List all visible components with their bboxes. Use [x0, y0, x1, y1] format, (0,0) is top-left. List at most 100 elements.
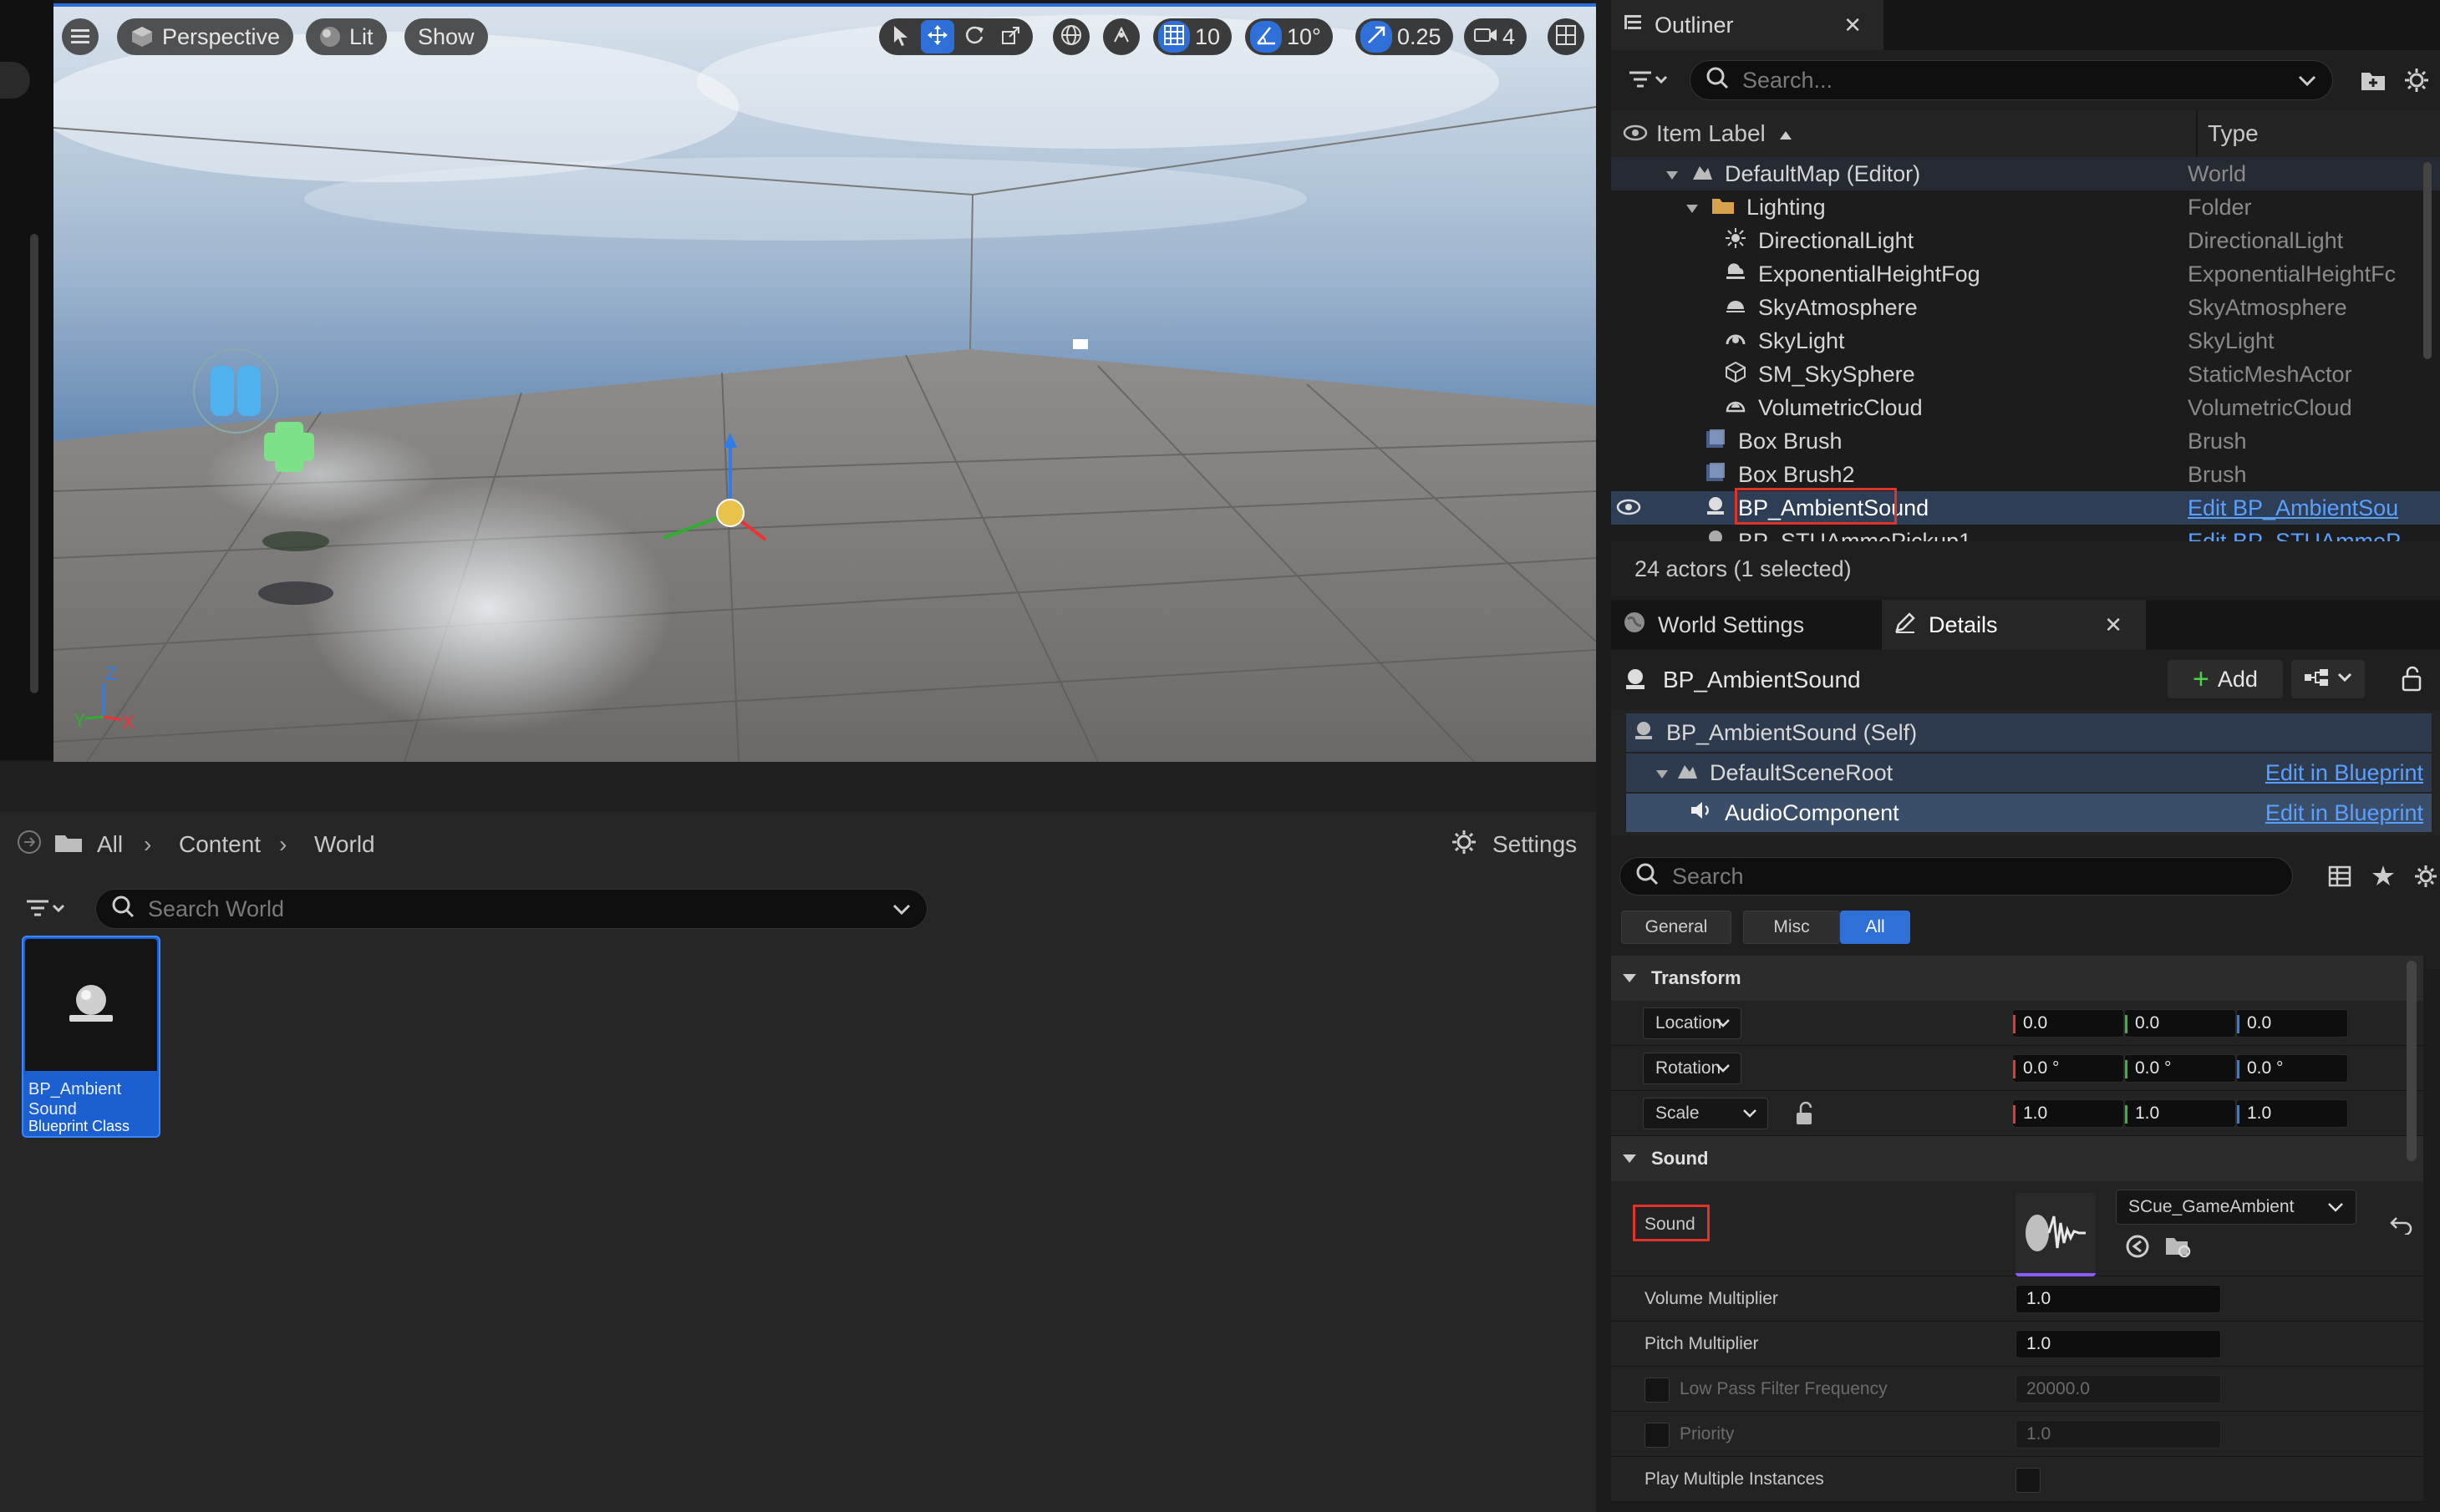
- lock-icon[interactable]: [2400, 665, 2423, 696]
- row-type[interactable]: Edit BP_STUAmmoP: [2188, 529, 2413, 542]
- details-search-input[interactable]: Search: [1619, 857, 2293, 896]
- breadcrumb-world[interactable]: World: [314, 831, 375, 858]
- unlock-icon[interactable]: [1793, 1101, 1817, 1131]
- close-icon[interactable]: ✕: [1843, 13, 1862, 38]
- table-view-icon[interactable]: [2328, 865, 2351, 891]
- outliner-row-bp-stuammopickup1[interactable]: BP_STUAmmoPickup1 Edit BP_STUAmmoP: [1611, 525, 2440, 541]
- scale-snap-toggle[interactable]: [1360, 21, 1392, 53]
- expand-arrow-icon[interactable]: [1685, 195, 1700, 221]
- transform-section-header[interactable]: Transform: [1611, 956, 2423, 1001]
- edit-in-blueprint-link[interactable]: Edit in Blueprint: [2265, 800, 2423, 826]
- location-x-field[interactable]: 0.0: [2012, 1009, 2124, 1038]
- component-row-defaultsceneroot[interactable]: DefaultSceneRoot Edit in Blueprint: [1626, 753, 2432, 792]
- filter-icon[interactable]: [1628, 68, 1670, 96]
- details-scrollbar[interactable]: [2407, 961, 2417, 1161]
- scale-x-field[interactable]: 1.0: [2012, 1099, 2124, 1128]
- volume-multiplier-field[interactable]: 1.0: [2016, 1285, 2221, 1313]
- chevron-down-icon[interactable]: [2297, 68, 2317, 94]
- sound-section-header[interactable]: Sound: [1611, 1136, 2423, 1181]
- rotation-x-field[interactable]: 0.0 °: [2012, 1054, 2124, 1083]
- location-z-field[interactable]: 0.0: [2236, 1009, 2348, 1038]
- outliner-scrollbar[interactable]: [2423, 162, 2432, 359]
- low-pass-field[interactable]: 20000.0: [2016, 1375, 2221, 1403]
- history-forward-icon[interactable]: [17, 830, 42, 860]
- column-item-label[interactable]: Item Label: [1656, 120, 1766, 147]
- level-viewport[interactable]: Perspective Lit Show 10 10° 0.25 4 Z Y X: [53, 3, 1596, 762]
- outliner-row-defaultmap[interactable]: DefaultMap (Editor) World: [1611, 157, 2440, 190]
- content-settings-button[interactable]: Settings: [1492, 831, 1577, 858]
- reset-arrow-icon[interactable]: [2390, 1215, 2413, 1240]
- priority-field[interactable]: 1.0: [2016, 1420, 2221, 1449]
- show-button[interactable]: Show: [404, 18, 488, 55]
- outliner-row-volumetriccloud[interactable]: VolumetricCloud VolumetricCloud: [1611, 391, 2440, 424]
- component-row-audiocomponent[interactable]: AudioComponent Edit in Blueprint: [1626, 794, 2432, 832]
- lit-button[interactable]: Lit: [306, 18, 387, 55]
- edit-in-blueprint-link[interactable]: Edit in Blueprint: [2265, 760, 2423, 786]
- add-component-button[interactable]: + Add: [2168, 660, 2283, 698]
- close-icon[interactable]: ✕: [2104, 612, 2122, 638]
- column-type[interactable]: Type: [2208, 120, 2259, 147]
- rotation-y-field[interactable]: 0.0 °: [2124, 1054, 2236, 1083]
- rotation-snap-toggle[interactable]: [1250, 21, 1282, 53]
- eye-icon[interactable]: [1616, 496, 1641, 524]
- outliner-row-boxbrush2[interactable]: Box Brush2 Brush: [1611, 458, 2440, 491]
- expand-arrow-icon[interactable]: [1655, 760, 1670, 786]
- rotate-tool-button[interactable]: [958, 20, 991, 53]
- outliner-row-directionallight[interactable]: DirectionalLight DirectionalLight: [1611, 224, 2440, 257]
- outliner-row-boxbrush[interactable]: Box Brush Brush: [1611, 424, 2440, 458]
- grid-snap-value[interactable]: 10: [1193, 24, 1227, 50]
- outliner-row-exponentialheightfog[interactable]: ExponentialHeightFog ExponentialHeightFc: [1611, 257, 2440, 291]
- scale-tool-button[interactable]: [994, 20, 1028, 53]
- low-pass-checkbox[interactable]: [1644, 1378, 1670, 1403]
- rotation-snap-value[interactable]: 10°: [1285, 24, 1328, 50]
- viewport-menu-button[interactable]: [62, 18, 99, 55]
- location-dropdown[interactable]: Location: [1643, 1007, 1741, 1039]
- outliner-row-skyatmosphere[interactable]: SkyAtmosphere SkyAtmosphere: [1611, 291, 2440, 324]
- camera-speed-button[interactable]: 4: [1464, 18, 1528, 55]
- play-multiple-checkbox[interactable]: [2016, 1468, 2041, 1493]
- camera-actor-icon[interactable]: [1073, 339, 1088, 349]
- content-search-input[interactable]: Search World: [95, 889, 928, 929]
- expand-arrow-icon[interactable]: [1665, 161, 1680, 187]
- scale-dropdown[interactable]: Scale: [1643, 1098, 1768, 1129]
- filter-chip-misc[interactable]: Misc: [1743, 911, 1840, 944]
- column-divider[interactable]: [2196, 110, 2198, 157]
- translate-tool-button[interactable]: [921, 20, 954, 53]
- use-selected-icon[interactable]: [2124, 1233, 2151, 1265]
- row-type[interactable]: Edit BP_AmbientSou: [2188, 495, 2413, 521]
- grid-snap-toggle[interactable]: [1158, 21, 1190, 53]
- component-row-self[interactable]: BP_AmbientSound (Self): [1626, 713, 2432, 752]
- filter-chip-all[interactable]: All: [1840, 911, 1910, 944]
- left-scrollbar[interactable]: [30, 234, 38, 693]
- scale-z-field[interactable]: 1.0: [2236, 1099, 2348, 1128]
- pitch-multiplier-field[interactable]: 1.0: [2016, 1330, 2221, 1358]
- world-local-toggle[interactable]: [1053, 18, 1090, 55]
- outliner-row-sm-skysphere[interactable]: SM_SkySphere StaticMeshActor: [1611, 358, 2440, 391]
- scale-y-field[interactable]: 1.0: [2124, 1099, 2236, 1128]
- rotation-dropdown[interactable]: Rotation: [1643, 1053, 1741, 1084]
- add-folder-icon[interactable]: [2360, 68, 2387, 96]
- star-icon[interactable]: [2371, 864, 2395, 891]
- chevron-down-icon[interactable]: [892, 896, 912, 922]
- gear-icon[interactable]: [2413, 864, 2438, 893]
- filter-icon[interactable]: [25, 897, 67, 925]
- sound-asset-dropdown[interactable]: SCue_GameAmbient: [2116, 1190, 2356, 1225]
- surface-snap-button[interactable]: [1103, 18, 1140, 55]
- outliner-row-lighting[interactable]: Lighting Folder: [1611, 190, 2440, 224]
- select-tool-button[interactable]: [884, 20, 918, 53]
- tab-world-settings[interactable]: World Settings: [1611, 600, 1875, 650]
- blueprint-options-button[interactable]: [2291, 660, 2365, 698]
- tab-outliner[interactable]: Outliner ✕: [1611, 0, 1883, 50]
- sound-thumbnail[interactable]: [2016, 1193, 2096, 1276]
- breadcrumb-all[interactable]: All: [97, 831, 123, 858]
- viewport-layout-button[interactable]: [1548, 18, 1584, 55]
- tab-details[interactable]: Details ✕: [1882, 600, 2146, 650]
- location-y-field[interactable]: 0.0: [2124, 1009, 2236, 1038]
- priority-checkbox[interactable]: [1644, 1423, 1670, 1448]
- filter-chip-general[interactable]: General: [1621, 911, 1731, 944]
- breadcrumb-content[interactable]: Content: [179, 831, 261, 858]
- scale-snap-value[interactable]: 0.25: [1395, 24, 1448, 50]
- asset-tile[interactable]: BP_Ambient Sound Blueprint Class: [22, 936, 160, 1138]
- collapsed-panel-tab[interactable]: [0, 62, 30, 99]
- outliner-search-input[interactable]: Search...: [1690, 60, 2333, 100]
